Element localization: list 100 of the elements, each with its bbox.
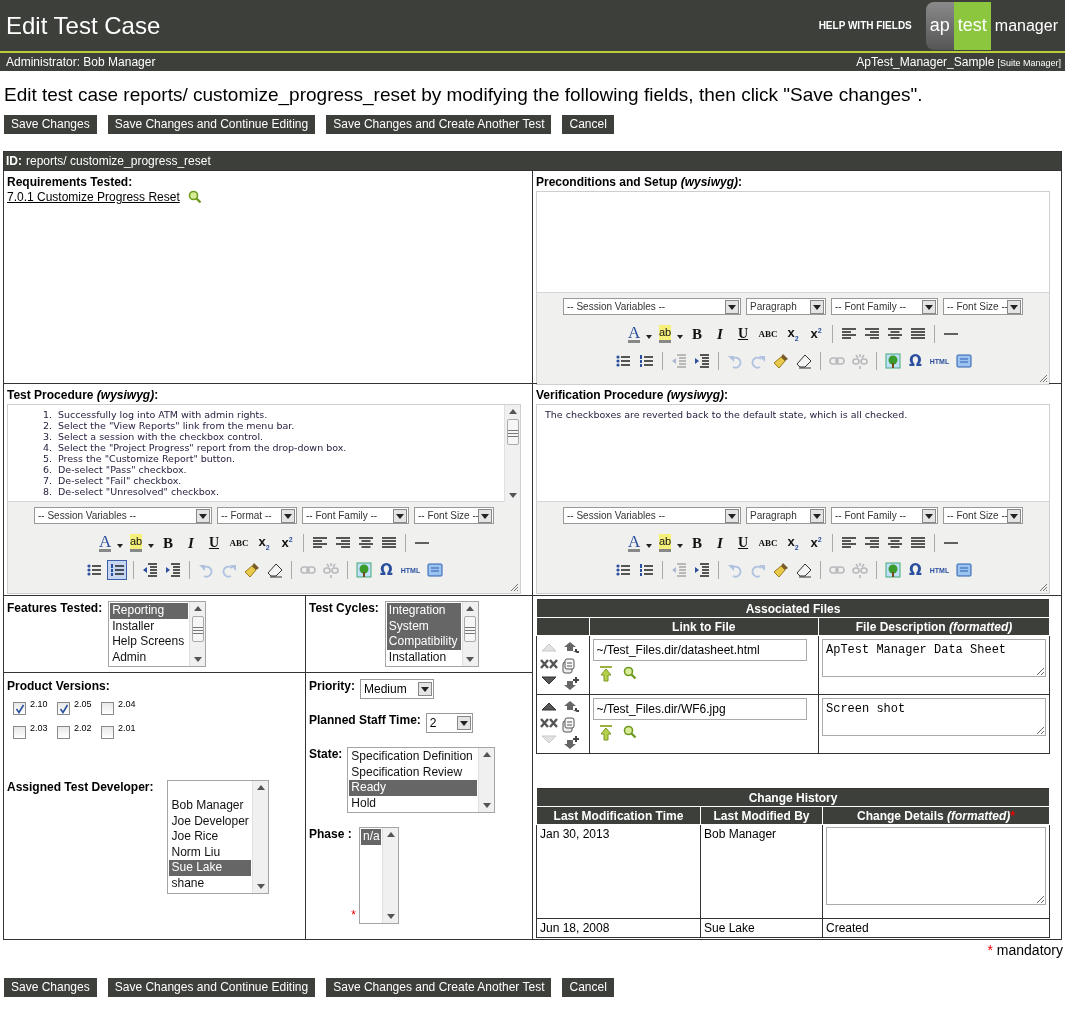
dropdown[interactable]: Paragraph (746, 507, 826, 524)
list-option[interactable]: Installation (386, 649, 461, 665)
list-option[interactable]: Bob Manager (169, 798, 252, 814)
resize-grip-icon[interactable] (509, 582, 519, 592)
list-option[interactable]: Admin (110, 649, 189, 665)
up-arrow-icon[interactable] (598, 666, 613, 682)
search-icon[interactable] (622, 725, 637, 739)
requirement-link[interactable]: 7.0.1 Customize Progress Reset (7, 190, 180, 204)
checkbox[interactable] (57, 702, 70, 715)
scrollbar-thumb[interactable] (506, 419, 519, 445)
list-option[interactable]: Ready (349, 780, 478, 796)
highlight-button[interactable]: ab (656, 324, 684, 344)
bold-button[interactable]: B (687, 533, 707, 553)
list-option[interactable]: n/a (361, 829, 381, 845)
dropdown[interactable]: -- Font Size -- (414, 507, 494, 524)
down-triangle-icon[interactable] (540, 675, 558, 687)
list-option[interactable]: Integration (386, 603, 461, 619)
list-box[interactable]: Specification Definition Specification Review Ready Hold (347, 747, 496, 813)
document-icon[interactable] (561, 658, 575, 674)
bold-button[interactable]: B (158, 533, 178, 553)
scrollbar[interactable] (478, 748, 495, 812)
highlight-button[interactable]: ab (656, 533, 684, 553)
scrollbar[interactable] (461, 602, 478, 666)
strikethrough-button[interactable]: ABC (756, 533, 780, 553)
image-button[interactable] (882, 351, 903, 371)
double-x-icon[interactable] (540, 658, 558, 670)
save-button[interactable]: Save Changes and Continue Editing (107, 978, 316, 997)
up-triangle-icon[interactable] (254, 783, 268, 793)
subscript-button[interactable]: x$_{2}$ (783, 324, 803, 344)
down-triangle-icon[interactable] (254, 881, 268, 891)
strikethrough-button[interactable]: ABC (756, 324, 780, 344)
superscript-button[interactable]: x$^{2}$ (806, 533, 826, 553)
list-option[interactable]: Joe Rice (169, 829, 252, 845)
change-details-field[interactable] (826, 827, 1046, 905)
superscript-button[interactable]: x$^{2}$ (277, 533, 297, 553)
font-color-button[interactable]: A (625, 533, 653, 553)
bold-button[interactable]: B (687, 324, 707, 344)
save-button[interactable]: Save Changes and Create Another Test (326, 115, 552, 134)
list-option[interactable]: shane (169, 875, 252, 891)
italic-button[interactable]: I (710, 324, 730, 344)
search-icon[interactable] (622, 666, 637, 680)
checkbox[interactable] (57, 726, 70, 739)
list-option[interactable]: Specification Definition (349, 749, 478, 765)
up-arrow-icon[interactable] (598, 725, 613, 741)
description-field[interactable]: ApTest Manager Data Sheet (822, 639, 1046, 677)
checkbox[interactable] (13, 702, 26, 715)
checkbox[interactable] (101, 726, 114, 739)
list-box[interactable]: Integration System Compatibility Installation (384, 601, 479, 667)
scrollbar-thumb[interactable] (191, 616, 204, 642)
list-option[interactable]: Hold (349, 795, 478, 811)
resize-grip-icon[interactable] (1038, 373, 1048, 383)
dropdown[interactable]: -- Font Family -- (831, 507, 938, 524)
subscript-button[interactable]: x$_{2}$ (783, 533, 803, 553)
list-option[interactable]: Specification Review (349, 764, 478, 780)
italic-button[interactable]: I (181, 533, 201, 553)
symbol-button[interactable]: Ω (905, 351, 926, 371)
superscript-button[interactable]: x$^{2}$ (806, 324, 826, 344)
list-option[interactable]: Norm Liu (169, 844, 252, 860)
list-option[interactable]: Help Screens (110, 634, 189, 650)
dropdown[interactable]: -- Font Size -- (943, 507, 1023, 524)
editor-area[interactable] (8, 405, 520, 502)
symbol-button[interactable]: Ω (376, 560, 397, 580)
list-option[interactable]: Reporting (110, 603, 189, 619)
italic-button[interactable]: I (710, 533, 730, 553)
scrollbar[interactable] (189, 602, 206, 666)
staff-time-dropdown[interactable]: 2 (425, 713, 473, 733)
file-link-field[interactable]: ~/Test_Files.dir/WF6.jpg (592, 698, 807, 720)
scrollbar-thumb[interactable] (464, 616, 477, 642)
checkbox[interactable] (101, 702, 114, 715)
checkbox[interactable] (13, 726, 26, 739)
save-button[interactable]: Save Changes (4, 115, 97, 134)
window-button[interactable] (953, 351, 974, 371)
dropdown[interactable]: -- Font Family -- (302, 507, 409, 524)
highlight-button[interactable]: ab (127, 533, 155, 553)
resize-grip-icon[interactable] (1038, 582, 1048, 592)
dropdown[interactable]: -- Font Size -- (943, 298, 1023, 315)
cancel-button[interactable]: Cancel (562, 978, 614, 997)
image-button[interactable] (882, 560, 903, 580)
file-link-field[interactable]: ~/Test_Files.dir/datasheet.html (592, 639, 807, 661)
image-button[interactable] (353, 560, 374, 580)
dropdown[interactable]: -- Font Family -- (831, 298, 938, 315)
scrollbar[interactable] (252, 781, 269, 893)
save-button[interactable]: Save Changes and Continue Editing (107, 115, 316, 134)
list-box[interactable]: n/a (359, 827, 399, 924)
subscript-button[interactable]: x$_{2}$ (254, 533, 274, 553)
strikethrough-button[interactable]: ABC (227, 533, 251, 553)
description-field[interactable]: Screen shot (822, 698, 1046, 736)
save-button[interactable]: Save Changes (4, 978, 97, 997)
dropdown[interactable]: -- Format -- (217, 507, 297, 524)
list-option[interactable]: Installer (110, 618, 189, 634)
up-triangle-icon[interactable] (540, 700, 558, 712)
scrollbar[interactable] (504, 405, 520, 502)
symbol-button[interactable]: Ω (905, 560, 926, 580)
priority-dropdown[interactable]: Medium (360, 679, 434, 699)
search-icon[interactable] (187, 190, 202, 204)
document-icon[interactable] (561, 717, 575, 733)
font-color-button[interactable]: A (96, 533, 124, 553)
double-x-icon[interactable] (540, 717, 558, 729)
help-link[interactable]: HELP WITH FIELDS (818, 20, 912, 31)
list-option[interactable]: Sue Lake (169, 860, 252, 876)
